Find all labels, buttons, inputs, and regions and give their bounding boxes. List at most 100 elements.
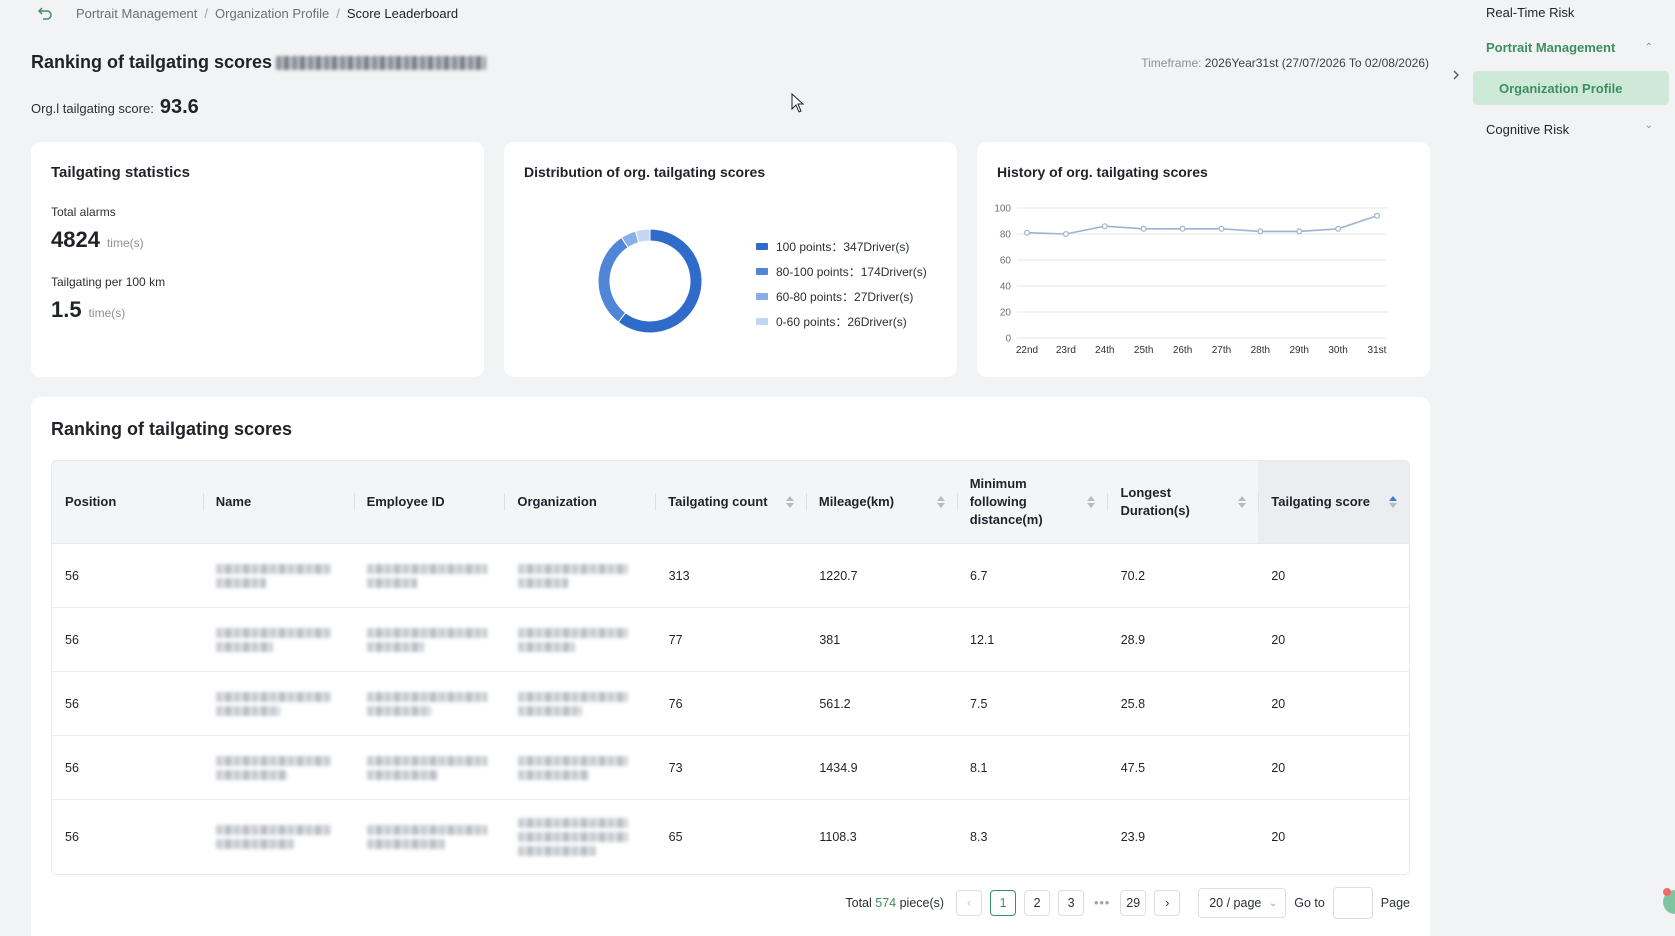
redacted-value	[215, 821, 341, 853]
sort-icon[interactable]	[785, 496, 794, 508]
legend-item[interactable]: 0-60 points：26Driver(s)	[756, 309, 927, 334]
chevron-down-icon[interactable]: ⌄	[1645, 120, 1653, 131]
history-card: History of org. tailgating scores 0 20 40 6…	[977, 142, 1430, 377]
cell-employee-id	[354, 736, 505, 799]
back-arrow-icon[interactable]	[36, 4, 54, 22]
data-point[interactable]	[1296, 228, 1303, 235]
nav-portrait-management[interactable]: Portrait Management	[1486, 40, 1615, 55]
table-row: 56 313 1220.7 6.7 70.2 20	[52, 544, 1409, 608]
page-1-button[interactable]: 1	[990, 890, 1017, 916]
tailgating-statistics-card: Tailgating statistics Total alarms 4824 …	[31, 142, 484, 377]
data-point[interactable]	[1257, 228, 1264, 235]
cell-organization	[505, 608, 656, 671]
mouse-cursor-icon	[791, 93, 805, 113]
page-3-button[interactable]: 3	[1058, 890, 1085, 916]
table-row: 56 65 1108.3 8.3 23.9 20	[52, 800, 1409, 874]
redacted-value	[517, 560, 643, 592]
table-row: 56 77 381 12.1 28.9 20	[52, 608, 1409, 672]
cell-mileage: 561.2	[819, 696, 851, 711]
col-tailgating-score[interactable]: Tailgating score	[1258, 461, 1409, 543]
table-header: Position Name Employee ID Organization T…	[52, 461, 1409, 544]
history-line-chart: 0 20 40 60 80 100 22nd 23rd 24th 25th 26th 27th 28th…	[994, 204, 1387, 356]
page-ellipsis[interactable]: •••	[1094, 896, 1110, 910]
donut-slice-80-100-points[interactable]	[597, 236, 629, 323]
col-mileage[interactable]: Mileage(km)	[805, 461, 957, 543]
cell-tailgating-count: 77	[668, 632, 683, 647]
total-alarms-label: Total alarms	[51, 205, 116, 219]
legend-item[interactable]: 80-100 points：174Driver(s)	[756, 259, 927, 284]
data-point[interactable]	[1062, 231, 1069, 238]
cell-tailgating-score: 20	[1271, 760, 1286, 775]
legend-swatch	[756, 243, 768, 250]
col-label: Minimum following distance(m)	[969, 476, 1043, 527]
cell-name	[203, 800, 354, 874]
page-label: Page	[1380, 896, 1410, 910]
cell-organization	[505, 672, 656, 735]
x-tick-label: 24th	[1095, 345, 1114, 356]
legend-item[interactable]: 60-80 points：27Driver(s)	[756, 284, 927, 309]
tailgating-per-100km-label: Tailgating per 100 km	[51, 275, 166, 289]
chevron-right-icon[interactable]	[1448, 66, 1464, 84]
data-point[interactable]	[1101, 223, 1108, 230]
col-label: Longest Duration(s)	[1120, 485, 1190, 518]
col-min-following-distance[interactable]: Minimum following distance(m)	[956, 461, 1108, 543]
col-label: Mileage(km)	[818, 494, 895, 509]
timeframe-value: 2026Year31st (27/07/2026 To 02/08/2026)	[1204, 56, 1429, 70]
prev-page-button[interactable]: ‹	[956, 890, 983, 916]
data-point[interactable]	[1023, 229, 1030, 236]
data-point[interactable]	[1140, 225, 1147, 232]
nav-real-time-risk[interactable]: Real-Time Risk	[1486, 5, 1574, 20]
sort-icon[interactable]	[936, 496, 945, 508]
sort-icon[interactable]	[1087, 496, 1096, 508]
cell-tailgating-count: 76	[668, 696, 683, 711]
data-point[interactable]	[1335, 225, 1342, 232]
x-tick-label: 22nd	[1016, 345, 1038, 356]
series-line	[1026, 215, 1378, 235]
timeframe: Timeframe: 2026Year31st (27/07/2026 To 0…	[1141, 56, 1429, 70]
redacted-value	[517, 752, 643, 784]
ranking-title: Ranking of tailgating scores	[51, 419, 293, 439]
legend-label: 80-100 points：174Driver(s)	[776, 265, 927, 279]
nav-cognitive-risk[interactable]: Cognitive Risk	[1486, 122, 1569, 137]
breadcrumb-score-leaderboard: Score Leaderboard	[346, 5, 459, 21]
goto-page-input[interactable]	[1332, 887, 1373, 919]
legend-label: 60-80 points：27Driver(s)	[776, 290, 914, 304]
page-2-button[interactable]: 2	[1024, 890, 1051, 916]
col-organization: Organization	[504, 461, 655, 543]
ranking-card: Ranking of tailgating scores Position Na…	[31, 397, 1430, 936]
cell-name	[203, 608, 354, 671]
legend-swatch	[756, 268, 768, 275]
data-point[interactable]	[1179, 225, 1186, 232]
last-page-button[interactable]: 29	[1120, 890, 1147, 916]
data-point[interactable]	[1218, 225, 1225, 232]
page-size-select[interactable]: 20 / page ⌄	[1198, 888, 1287, 918]
data-point[interactable]	[1374, 212, 1381, 219]
nav-organization-profile[interactable]: Organization Profile	[1473, 71, 1669, 105]
distribution-legend: 100 points：347Driver(s) 80-100 points：174…	[756, 234, 927, 334]
cell-position: 56	[65, 632, 79, 647]
legend-item[interactable]: 100 points：347Driver(s)	[756, 234, 927, 259]
redacted-value	[366, 560, 492, 592]
x-tick-label: 23rd	[1056, 345, 1076, 356]
col-tailgating-count[interactable]: Tailgating count	[655, 461, 806, 543]
col-longest-duration[interactable]: Longest Duration(s)	[1107, 461, 1258, 543]
x-tick-label: 30th	[1328, 345, 1347, 356]
total-alarms-unit: time(s)	[106, 236, 144, 250]
cell-mileage: 381	[819, 632, 841, 647]
cell-employee-id	[354, 544, 505, 607]
chevron-up-icon[interactable]: ⌃	[1645, 42, 1653, 53]
distribution-card: Distribution of org. tailgating scores 1…	[504, 142, 957, 377]
sort-icon[interactable]	[1238, 496, 1247, 508]
cell-mileage: 1108.3	[819, 830, 857, 844]
x-tick-label: 31st	[1368, 345, 1387, 356]
breadcrumb-organization-profile[interactable]: Organization Profile	[215, 6, 329, 21]
cell-name	[203, 544, 354, 607]
redacted-organization-name	[276, 55, 487, 70]
cell-longest-duration: 25.8	[1120, 696, 1146, 711]
x-tick-label: 26th	[1173, 345, 1192, 356]
redacted-value	[215, 560, 341, 592]
pagination-total: Total 574 piece(s)	[845, 896, 944, 910]
sort-icon[interactable]	[1389, 496, 1398, 508]
next-page-button[interactable]: ›	[1154, 890, 1181, 916]
breadcrumb-portrait-management[interactable]: Portrait Management	[76, 6, 197, 21]
